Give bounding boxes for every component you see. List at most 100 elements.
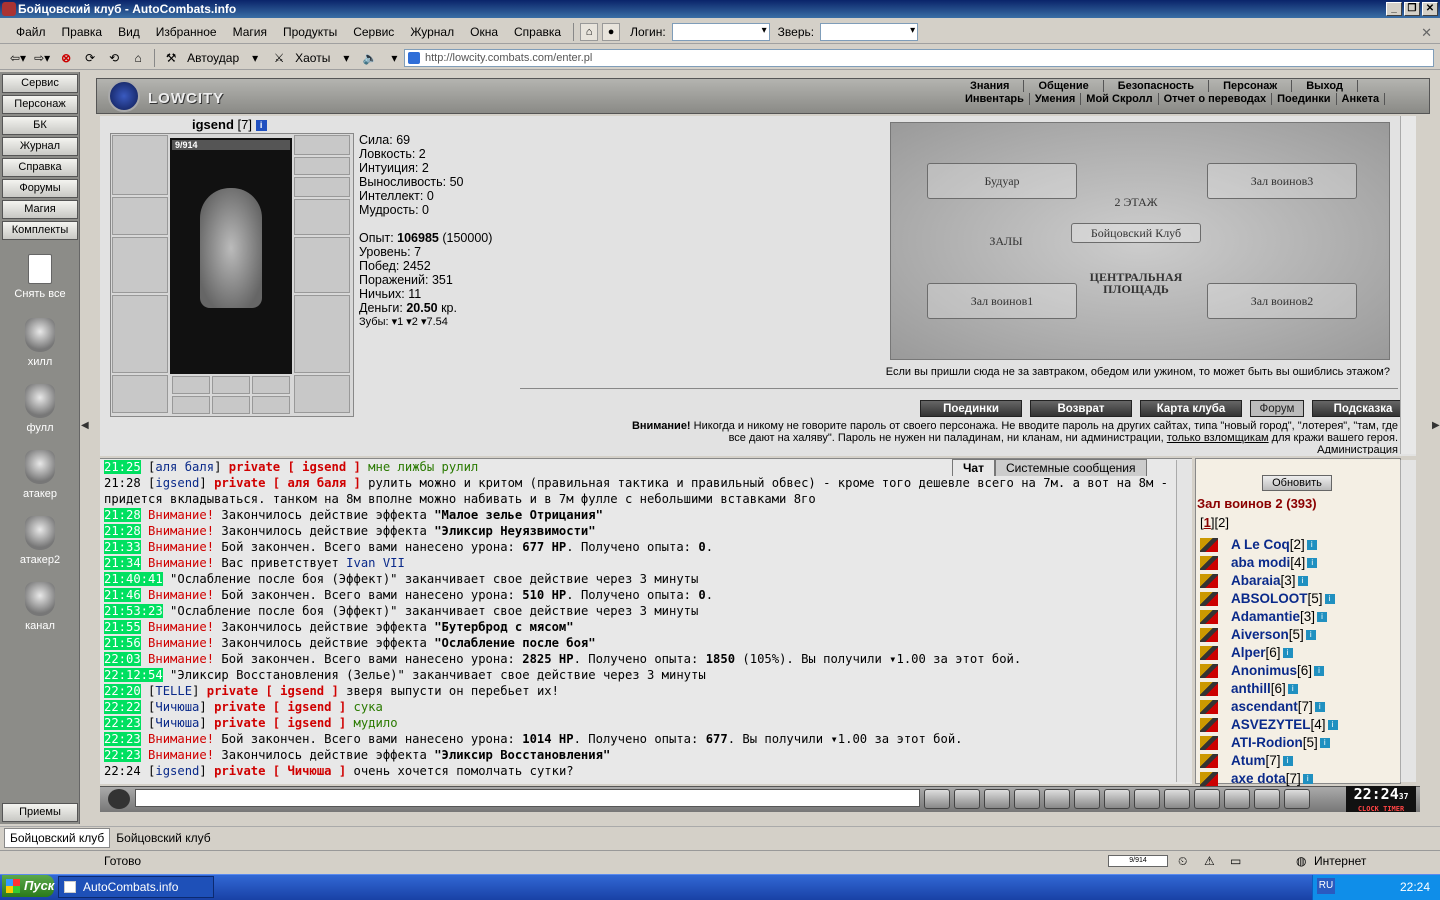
login-select[interactable] [671,22,770,41]
kit-attacker2[interactable]: атакер2 [0,516,80,566]
pocket-slot[interactable] [212,376,250,394]
text-size-icon[interactable] [1104,789,1130,809]
kit-heal[interactable]: хилл [0,318,80,368]
menu-file[interactable]: Файл [8,25,54,39]
nav-profile[interactable]: Анкета [1337,93,1386,105]
nav-my-scroll[interactable]: Мой Скролл [1081,93,1159,105]
player-row[interactable]: A Le Coq [2] i [1200,536,1338,554]
minimize-button[interactable]: _ [1386,2,1402,16]
chat-nick[interactable]: TELLE [155,684,192,698]
player-name[interactable]: ascendant [1231,698,1298,716]
tab-fight-club-active[interactable]: Бойцовский клуб [4,827,111,848]
boots-slot[interactable] [294,375,350,413]
nav-duels[interactable]: Поединки [1272,93,1337,105]
player-name[interactable]: anthill [1231,680,1271,698]
return-button[interactable]: Возврат [1030,400,1132,417]
player-row[interactable]: ABSOLOOT [5] i [1200,590,1338,608]
player-name[interactable]: ATI-Rodion [1231,734,1303,752]
save-icon[interactable] [1014,789,1040,809]
player-name[interactable]: Alper [1231,644,1266,662]
fight-icon[interactable] [1044,789,1070,809]
belt-slot[interactable] [112,375,168,413]
lock-icon[interactable] [1254,789,1280,809]
room-fight-club[interactable]: Бойцовский Клуб [1071,223,1201,243]
bracers-slot[interactable] [112,197,168,235]
stop-icon[interactable]: ⊗ [56,48,76,68]
player-name[interactable]: ASVEZYTEL [1231,716,1311,734]
chat-nick[interactable]: Ivan VII [346,556,405,570]
armor-slot[interactable] [112,295,168,373]
player-row[interactable]: Atum [7] i [1200,752,1338,770]
player-row[interactable]: anthill [6] i [1200,680,1338,698]
nav-security[interactable]: Безопасность [1104,80,1210,92]
helmet-icon[interactable] [1164,789,1190,809]
close-button[interactable]: ✕ [1422,2,1438,16]
leggings-slot[interactable] [294,295,350,373]
nav-knowledge[interactable]: Знания [956,80,1025,92]
player-row[interactable]: Anonimus [6] i [1200,662,1338,680]
chevron-down-icon[interactable]: ▾ [245,48,265,68]
chat-nick[interactable]: igsend [155,764,199,778]
player-row[interactable]: aba modi [4] i [1200,554,1338,572]
forward-arrow-icon[interactable]: ⇨▾ [32,48,52,68]
earrings-slot[interactable] [294,135,350,155]
player-name[interactable]: ABSOLOOT [1231,590,1308,608]
info-icon[interactable]: i [1305,630,1316,640]
info-icon[interactable]: i [1297,576,1308,586]
chat-nick[interactable]: igsend [155,476,199,490]
info-icon[interactable]: i [1319,738,1330,748]
tab-system-messages[interactable]: Системные сообщения [994,459,1147,476]
menu-products[interactable]: Продукты [275,25,345,39]
club-map-button[interactable]: Карта клуба [1140,400,1242,417]
room-warriors1[interactable]: Зал воинов1 [927,283,1077,319]
sidebar-journal-button[interactable]: Журнал [2,137,78,156]
nav-exit[interactable]: Выход [1292,80,1358,92]
sidebar-character-button[interactable]: Персонаж [2,95,78,114]
helmet-slot[interactable] [112,135,168,195]
menu-favorites[interactable]: Избранное [148,25,225,39]
haoty-button[interactable]: Хаоты [293,48,332,68]
send-icon[interactable] [924,789,950,809]
player-name[interactable]: Anonimus [1231,662,1297,680]
home-icon[interactable]: ⌂ [128,48,148,68]
coin-icon[interactable]: ● [602,22,621,41]
player-row[interactable]: Alper [6] i [1200,644,1338,662]
menu-edit[interactable]: Правка [54,25,111,39]
nav-character[interactable]: Персонаж [1209,80,1293,92]
house-icon[interactable]: ⌂ [580,22,599,41]
page-1-link[interactable]: 1 [1204,515,1211,530]
chat-nick[interactable]: аля баля [155,460,214,474]
close-icon[interactable]: ✕ [1421,25,1432,41]
autoudar-button[interactable]: Автоудар [185,48,241,68]
info-icon[interactable]: i [255,120,267,132]
kit-undress-all[interactable]: Снять все [0,254,80,300]
beast-select[interactable] [820,22,919,41]
online-scrollbar[interactable] [1400,460,1416,782]
tab-chat[interactable]: Чат [952,459,995,476]
info-icon[interactable]: i [1302,774,1313,784]
info-icon[interactable]: i [1282,756,1293,766]
info-icon[interactable]: i [1317,612,1328,622]
info-icon[interactable]: i [1324,594,1335,604]
info-icon[interactable]: i [1314,666,1325,676]
sidebar-kits-button[interactable]: Комплекты [2,221,78,240]
shield-slot[interactable] [294,237,350,293]
menu-windows[interactable]: Окна [462,25,506,39]
info-icon[interactable]: i [1314,702,1325,712]
kit-channel[interactable]: канал [0,582,80,632]
nav-communication[interactable]: Общение [1024,80,1104,92]
pocket-slot[interactable] [172,396,210,414]
info-icon[interactable]: i [1306,540,1317,550]
pocket-slot[interactable] [172,376,210,394]
pocket-slot[interactable] [252,396,290,414]
menu-view[interactable]: Вид [110,25,148,39]
reload-icon[interactable]: ⟲ [104,48,124,68]
address-bar[interactable]: http://lowcity.combats.com/enter.pl [404,49,1434,67]
duels-button[interactable]: Поединки [920,400,1022,417]
player-row[interactable]: ATI-Rodion [5] i [1200,734,1338,752]
refresh-icon[interactable]: ⟳ [80,48,100,68]
player-row[interactable]: Adamantie [3] i [1200,608,1338,626]
taskbar-item[interactable]: AutoCombats.info [58,876,214,898]
collapse-left-icon[interactable]: ◀ [81,420,89,460]
room-boudoir[interactable]: Будуар [927,163,1077,199]
